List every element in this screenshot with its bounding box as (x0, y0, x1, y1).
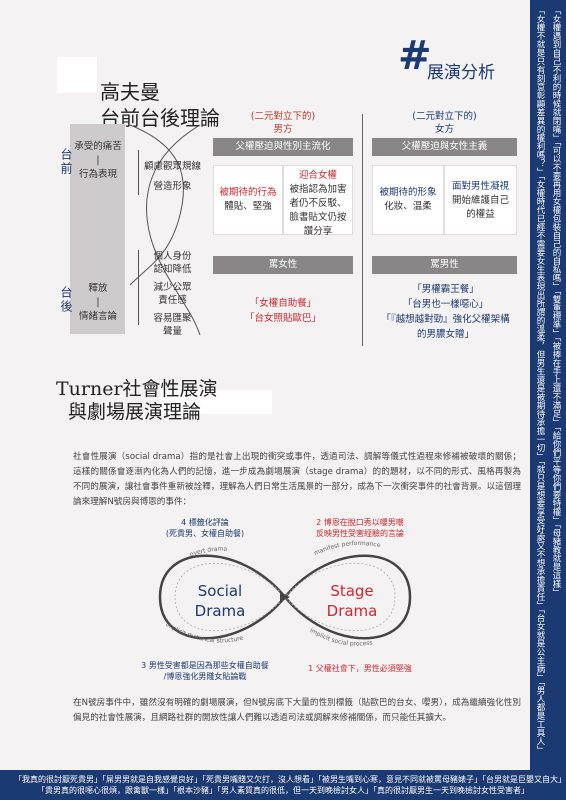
front-cell-line: | (96, 155, 100, 166)
front-items: 顧慮觀眾規線 營造形象 (140, 160, 205, 194)
back-item: 責任感 (158, 295, 187, 306)
arc-manifest-label: manifest performance (313, 540, 381, 557)
stage-word-2: Drama (327, 602, 378, 620)
bottom-comment-strip: 「我真的很討厭死貴男」「屌男男就是自我感覺良好」「死貴男嘴賤又欠打，沒人想看」「… (0, 770, 566, 800)
stage-word-1: Stage (330, 582, 373, 600)
back-cell-line: 釋放 (88, 283, 108, 294)
back-cell: 釋放 | 情緒言論 (73, 282, 123, 324)
male-head: (二元對立下的) 男方 (213, 110, 353, 136)
connector-line (138, 250, 139, 325)
front-cell: 承受的痛苦 | 行為表現 (73, 140, 123, 182)
female-quotes: 「男權霸王餐」 「台男也一樣噁心」 「『越想越對勁』強化父權架構 的男膿女贈」 (368, 282, 523, 342)
back-item: 認知降低 (153, 264, 192, 275)
label-2-line: 反映男性受害經驗的言論 (316, 529, 404, 538)
front-item: 營造形象 (153, 181, 192, 192)
male-lower-bar: 罵女性 (213, 256, 353, 274)
diagram-label-2: 2 博恩在脫口秀以嚶男嘲 反映男性受害經驗的言論 (295, 517, 425, 539)
back-cell-line: | (96, 297, 100, 308)
male-box-2-line: 者仍不反駁、 (289, 198, 347, 209)
label-4-line: 4 標籤化評論 (181, 518, 229, 527)
diagram-label-3: 3 男性受害都是因為那些女權自助餐 /博恩強化男賤女貼論戰 (120, 660, 290, 682)
turner-paragraph-1: 社會性展演（social drama）指的是社會上出現的衝突或事件，透過司法、調… (73, 452, 521, 507)
female-box-1: 被期待的形象 化妝、温柔 (372, 165, 444, 235)
female-quote: 「『越想越對勁』強化父權架構 (381, 314, 510, 325)
column-divider (362, 114, 363, 346)
male-head-line: (二元對立下的) (250, 111, 316, 122)
label-3-line: /博恩強化男賤女貼論戰 (163, 672, 247, 681)
female-head-line: (二元對立下的) (412, 111, 477, 122)
turner-paragraph-2: 在N號房事件中，雖然沒有明確的劇場展演，但N號房底下大量的性別標籤（貼歐巴的台女… (73, 698, 521, 723)
diagram-label-4: 4 標籤化評論 (死貴男、女權自助餐) (145, 517, 265, 539)
bottom-strip-line: 「我真的很討厭死貴男」「屌男男就是自我感覺良好」「死貴男嘴賤又欠打，沒人想看」「… (14, 775, 566, 784)
social-word-2: Drama (195, 602, 246, 620)
back-item: 減少公眾 (153, 282, 192, 293)
decorative-white-box (57, 57, 97, 93)
strip-column-1: 「女權不就是只有刻意彰顯差異的權利嗎？」「女權時代已經不需要女生表現出所謂的溫柔… (535, 6, 545, 754)
male-head-line: 男方 (273, 124, 293, 135)
male-box-2-line: 讚分享 (303, 226, 333, 237)
social-word-1: Social (198, 582, 242, 600)
section-title: 展演分析 (427, 63, 495, 83)
female-quote: 的男膿女贈」 (416, 329, 474, 340)
female-quote: 「男權霸王餐」 (412, 284, 479, 295)
female-box-1-text: 化妝、温柔 (384, 201, 432, 212)
male-quotes: 「女權自助餐」 「台女照貼歐巴」 (213, 296, 353, 326)
svg-text:manifest performance: manifest performance (313, 540, 381, 557)
female-head-line: 女方 (434, 124, 454, 135)
male-quote: 「女權自助餐」 (249, 298, 317, 309)
male-bar: 父權壓迫與性別主流化 (213, 138, 353, 156)
title-line-1: 高夫曼 (100, 80, 160, 104)
strip-column-2: 「女權遇到自己不利的時候就閉嘴」「可以不要再用女權包裝自己的自私嗎」「雙重標準」… (551, 6, 561, 597)
right-comment-strip: 「女權不就是只有刻意彰顯差異的權利嗎？」「女權時代已經不需要女生表現出所謂的溫柔… (530, 0, 566, 770)
connector-line (138, 150, 139, 195)
female-bar: 父權壓迫與女性主義 (372, 138, 517, 156)
front-item: 顧慮觀眾規線 (143, 161, 201, 172)
male-box-2-line: 被指認為加害 (289, 184, 347, 195)
male-box-2-line: 臉書貼文仍按 (289, 212, 347, 223)
female-box-1-title: 被期待的形象 (379, 187, 437, 198)
female-box-2-line: 開始維護自己 (451, 195, 509, 206)
female-box-2-line: 面對男性凝視 (451, 181, 509, 192)
label-4-line: (死貴男、女權自助餐) (165, 529, 245, 538)
female-lower-bar: 罵男性 (372, 256, 517, 274)
female-box-2: 面對男性凝視 開始維護自己 的權益 (444, 165, 517, 235)
female-head: (二元對立下的) 女方 (372, 110, 517, 136)
back-cell-line: 情緒言論 (78, 311, 117, 322)
male-box-2: 迎合女權 被指認為加害 者仍不反駁、 臉書貼文仍按 讚分享 (283, 165, 353, 237)
turner-title-line-2: 與劇場展演理論 (68, 401, 202, 423)
label-2-line: 2 博恩在脫口秀以嚶男嘲 (316, 518, 404, 527)
back-item: 聲量 (162, 326, 182, 337)
male-box-1-text: 體貼、堅強 (224, 201, 272, 212)
back-items: 個人身份 認知降低 減少公眾 責任感 容易匯聚 聲量 (140, 250, 205, 338)
male-box-2-title: 迎合女權 (298, 170, 337, 181)
label-3-line: 3 男性受害都是因為那些女權自助餐 (141, 661, 269, 670)
male-box-1-title: 被期待的行為 (219, 187, 277, 198)
female-box-2-line: 的權益 (466, 209, 495, 220)
front-cell-line: 承受的痛苦 (74, 141, 122, 152)
female-quote: 「台男也一樣噁心」 (402, 299, 489, 310)
back-item: 容易匯聚 (153, 313, 192, 324)
male-quote: 「台女照貼歐巴」 (244, 313, 321, 324)
front-cell-line: 行為表現 (78, 169, 117, 180)
back-item: 個人身份 (153, 251, 192, 262)
male-box-1: 被期待的行為 體貼、堅強 (213, 165, 283, 235)
diagram-label-1: 1 父權社會下，男性必須堅強 (308, 664, 412, 673)
bottom-strip-line: 「貴男真的很噁心很煩，跟禽獸一樣」「根本沙豬」「男人素質真的很低，但一天到晚檢討… (37, 786, 529, 795)
